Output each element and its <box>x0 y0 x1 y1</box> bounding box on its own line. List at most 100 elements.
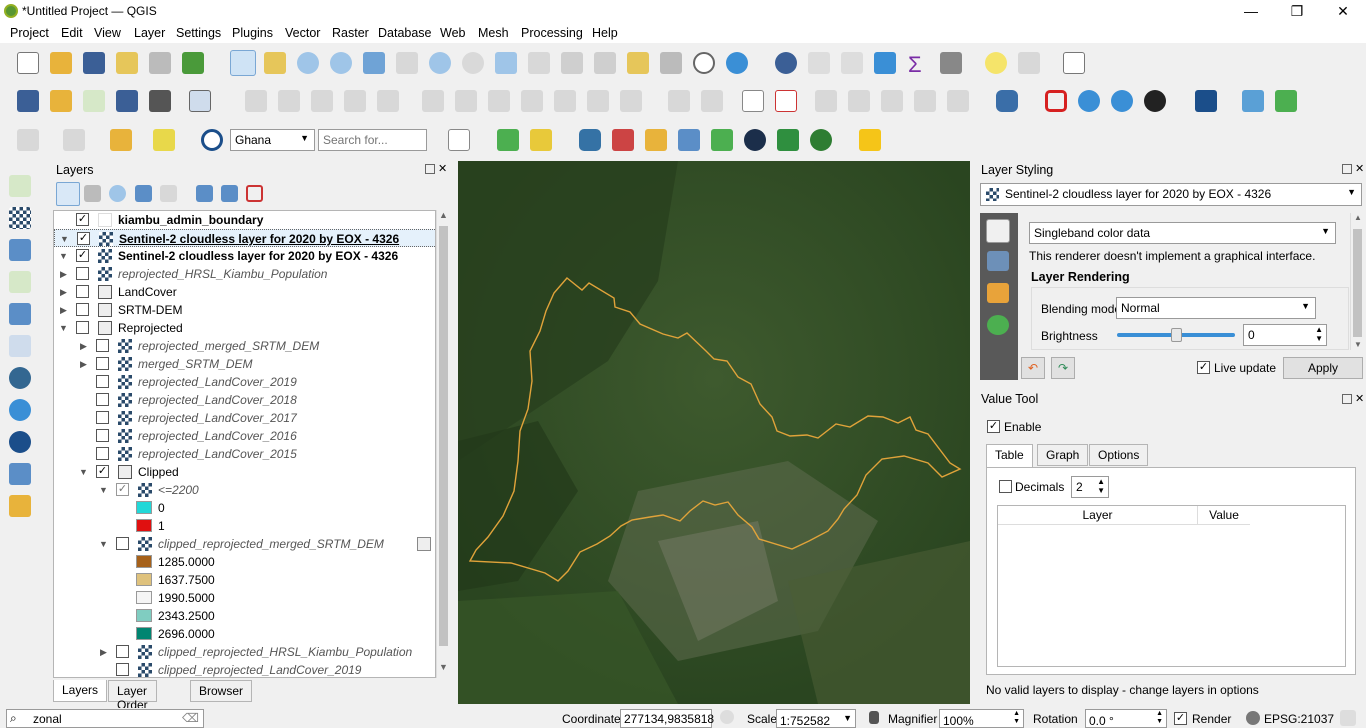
menu-project[interactable]: Project <box>10 26 49 40</box>
zoom-next-icon[interactable] <box>528 52 550 74</box>
expand-arrow-icon[interactable]: ▶ <box>60 301 67 319</box>
save-project-icon[interactable] <box>83 52 105 74</box>
layer-checkbox[interactable]: ✓ <box>76 249 89 262</box>
measure-line-icon[interactable] <box>940 52 962 74</box>
layer-tree-scrollbar[interactable]: ▲ ▼ <box>436 210 450 678</box>
layer-row[interactable]: ▼ ✓ Sentinel-2 cloudless layer for 2020 … <box>54 247 435 265</box>
python-console-icon[interactable] <box>579 129 601 151</box>
map-swipe-icon[interactable] <box>777 129 799 151</box>
float-panel-icon[interactable] <box>425 164 435 174</box>
vertex-tool-icon[interactable] <box>189 90 211 112</box>
open-project-icon[interactable] <box>50 52 72 74</box>
coordinate-field[interactable]: 277134,9835818 <box>620 709 714 728</box>
qgis2web-icon[interactable] <box>612 129 634 151</box>
decorations-icon[interactable] <box>1018 52 1040 74</box>
live-update-checkbox[interactable]: ✓ <box>1197 361 1210 374</box>
tab-table[interactable]: Table <box>986 444 1033 468</box>
clear-icon[interactable]: ⌫ <box>182 711 199 725</box>
scroll-down-icon[interactable]: ▼ <box>1354 340 1362 349</box>
menu-help[interactable]: Help <box>592 26 618 40</box>
menu-processing[interactable]: Processing <box>521 26 583 40</box>
symbology-brush-icon[interactable] <box>986 219 1010 243</box>
float-panel-icon[interactable] <box>1342 394 1352 404</box>
wfs-icon[interactable] <box>1111 90 1133 112</box>
layer-row[interactable]: ▼ clipped_reprojected_merged_SRTM_DEM <box>54 535 435 553</box>
refresh-icon[interactable] <box>726 52 748 74</box>
layer-checkbox[interactable] <box>116 645 129 658</box>
expand-arrow-icon[interactable]: ▶ <box>60 283 67 301</box>
expand-arrow-icon[interactable]: ▶ <box>80 355 87 373</box>
toggle-extents-icon[interactable] <box>720 710 734 724</box>
layer-checkbox[interactable]: ✓ <box>116 483 129 496</box>
brightness-slider-handle[interactable] <box>1171 328 1182 342</box>
minimize-button[interactable]: — <box>1228 0 1274 23</box>
locator-search-field[interactable]: ⌕ zonal ⌫ <box>6 709 204 728</box>
layer-labeling-icon[interactable] <box>742 90 764 112</box>
undo-style-button[interactable]: ↶ <box>1021 357 1045 379</box>
processing-toolbox-icon[interactable] <box>874 52 896 74</box>
new-shapefile-layer-icon[interactable] <box>83 90 105 112</box>
redo-style-button[interactable]: ↷ <box>1051 357 1075 379</box>
select-location-icon[interactable] <box>153 129 175 151</box>
show-bookmarks-icon[interactable] <box>660 52 682 74</box>
collapse-arrow-icon[interactable]: ▼ <box>59 319 68 337</box>
styling-scrollbar[interactable]: ▲ ▼ <box>1350 213 1364 350</box>
zoom-search-icon[interactable] <box>497 129 519 151</box>
add-raster-layer-icon[interactable] <box>9 207 31 229</box>
layer-row[interactable]: reprojected_LandCover_2019 <box>54 373 435 391</box>
zoom-selection-icon[interactable] <box>396 52 418 74</box>
text-annotation-icon[interactable] <box>1063 52 1085 74</box>
layer-row[interactable]: ▶ clipped_reprojected_HRSL_Kiambu_Popula… <box>54 643 435 661</box>
scrollbar-thumb[interactable] <box>439 226 448 646</box>
collapse-arrow-icon[interactable]: ▼ <box>79 463 88 481</box>
spin-arrows-icon[interactable]: ▲ ▼ <box>1315 325 1323 343</box>
tab-graph[interactable]: Graph <box>1037 444 1089 466</box>
gps-tools-icon[interactable] <box>149 90 171 112</box>
layer-row[interactable]: ▶ reprojected_HRSL_Kiambu_Population <box>54 265 435 283</box>
layer-diagram-icon[interactable] <box>775 90 797 112</box>
messages-icon[interactable] <box>1340 710 1356 726</box>
layer-row-selected[interactable]: ▼ ✓ Sentinel-2 cloudless layer for 2020 … <box>54 229 435 247</box>
collapse-arrow-icon[interactable]: ▼ <box>59 247 68 265</box>
layers-stack-icon[interactable] <box>711 129 733 151</box>
layer-checkbox[interactable] <box>96 429 109 442</box>
metasearch-icon[interactable] <box>1144 90 1166 112</box>
spin-arrows-icon[interactable]: ▲ ▼ <box>1013 710 1020 726</box>
expand-arrow-icon[interactable]: ▶ <box>80 337 87 355</box>
manage-visibility-icon[interactable] <box>109 185 126 202</box>
add-wfs-icon[interactable] <box>9 463 31 485</box>
menu-settings[interactable]: Settings <box>176 26 221 40</box>
expand-all-icon[interactable] <box>196 185 213 202</box>
histogram-icon[interactable] <box>987 283 1009 303</box>
new-map-view-icon[interactable] <box>561 52 583 74</box>
group-row[interactable]: ▼ ✓ Clipped <box>54 463 435 481</box>
reload-plugin-icon[interactable] <box>1275 90 1297 112</box>
collapse-arrow-icon[interactable]: ▼ <box>99 481 108 499</box>
group-checkbox[interactable] <box>76 285 89 298</box>
tab-options[interactable]: Options <box>1089 444 1149 466</box>
group-checkbox[interactable] <box>76 321 89 334</box>
temporal-controller-icon[interactable] <box>693 52 715 74</box>
tab-layers[interactable]: Layers <box>53 680 108 702</box>
export-folder-icon[interactable] <box>645 129 667 151</box>
map-canvas[interactable] <box>458 161 970 704</box>
search-input[interactable] <box>318 129 427 151</box>
group-row[interactable]: ▶ LandCover <box>54 283 435 301</box>
column-header-value[interactable]: Value <box>1198 506 1250 525</box>
layer-row[interactable]: reprojected_LandCover_2015 <box>54 445 435 463</box>
menu-edit[interactable]: Edit <box>61 26 83 40</box>
layer-checkbox[interactable] <box>96 411 109 424</box>
layer-checkbox[interactable]: ✓ <box>76 213 89 226</box>
add-spatialite-icon[interactable] <box>9 303 31 325</box>
add-postgis-icon[interactable] <box>9 367 31 389</box>
layer-row[interactable]: ▶ reprojected_merged_SRTM_DEM <box>54 337 435 355</box>
profile-tool-icon[interactable] <box>448 129 470 151</box>
renderer-combo[interactable]: Singleband color data ▼ <box>1029 222 1336 244</box>
new-project-icon[interactable] <box>17 52 39 74</box>
filter-legend-icon[interactable] <box>135 185 152 202</box>
rotation-spinbox[interactable]: 0.0 ° ▲ ▼ <box>1085 709 1167 728</box>
layer-select-combo[interactable]: Sentinel-2 cloudless layer for 2020 by E… <box>980 183 1362 206</box>
decimals-checkbox[interactable] <box>999 480 1012 493</box>
layer-checkbox[interactable] <box>96 339 109 352</box>
layer-row[interactable]: clipped_reprojected_LandCover_2019 <box>54 661 435 677</box>
